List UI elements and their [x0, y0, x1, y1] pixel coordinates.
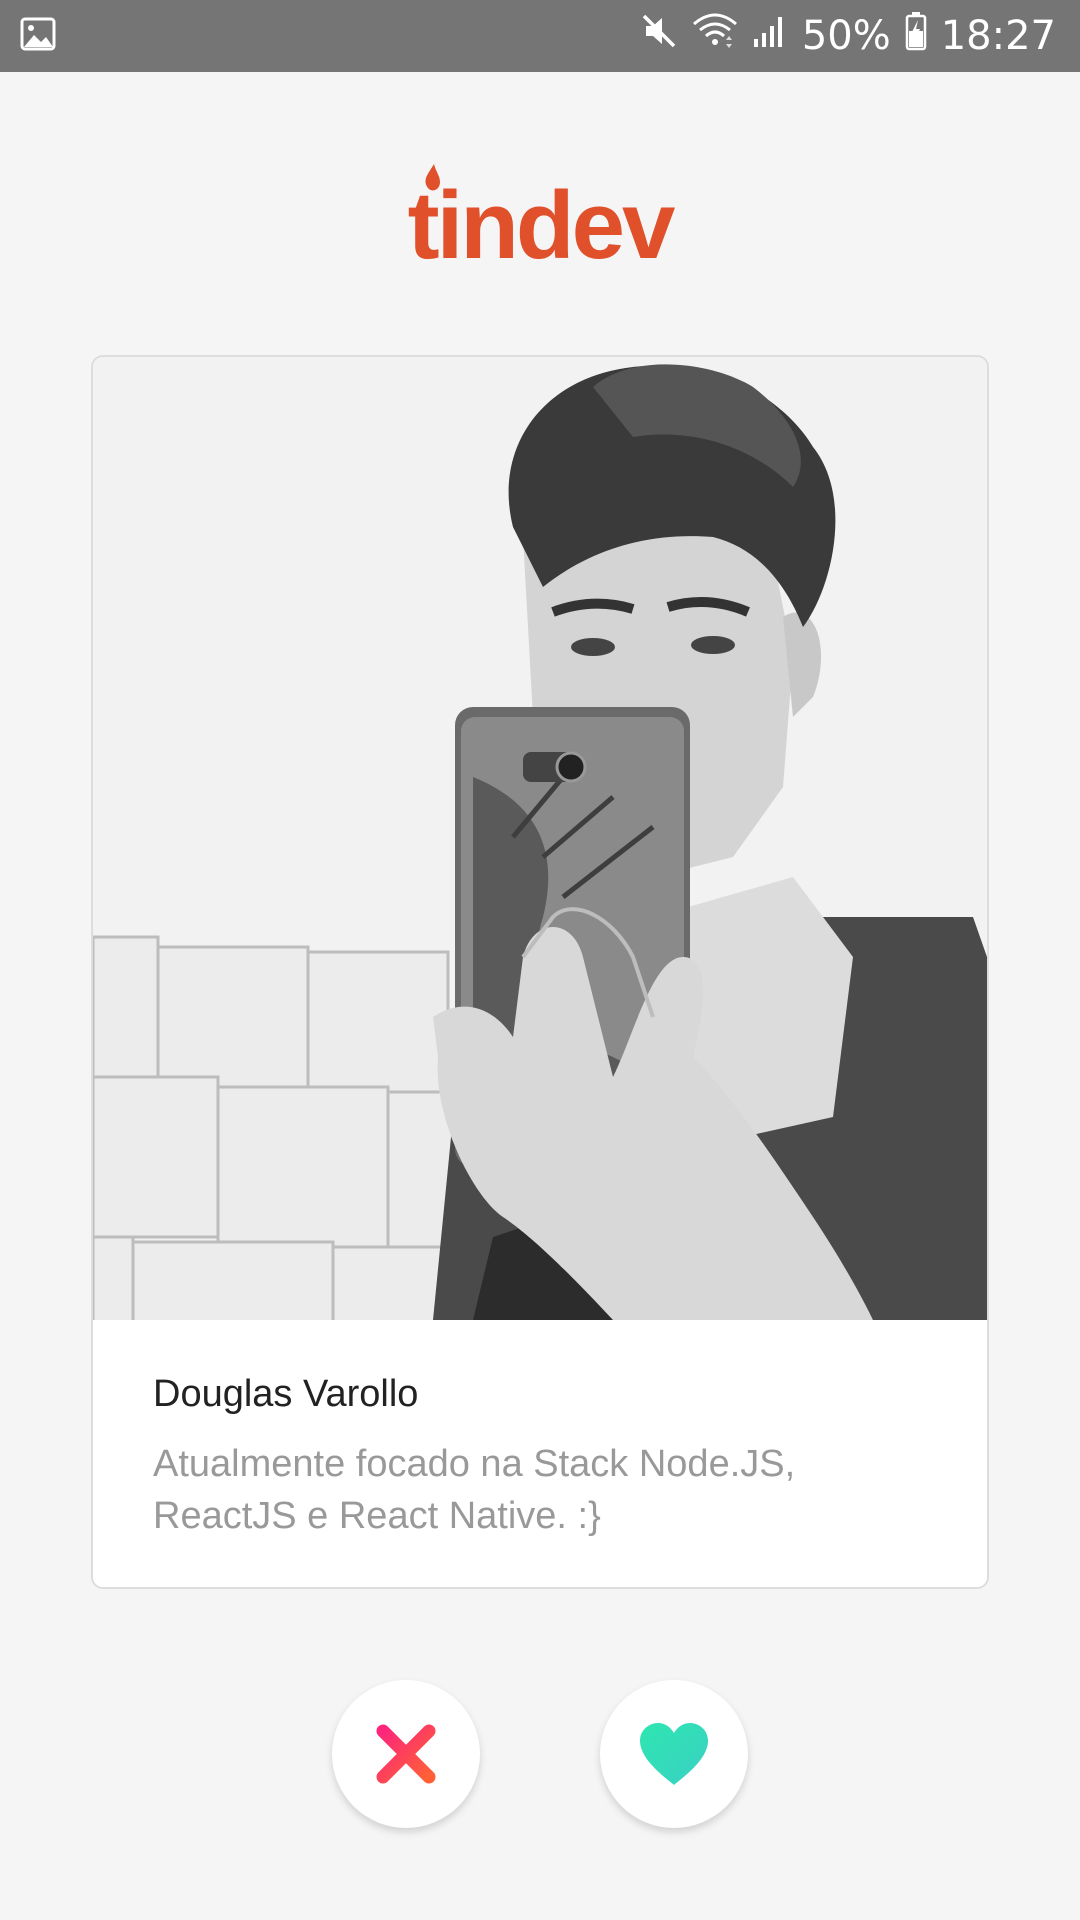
wifi-icon [692, 12, 738, 60]
profile-card[interactable]: Douglas Varollo Atualmente focado na Sta… [91, 355, 989, 1589]
signal-icon [752, 13, 788, 59]
action-buttons [0, 1680, 1080, 1830]
tindev-logo: tindev [408, 164, 678, 270]
dislike-button[interactable] [332, 1680, 480, 1828]
status-bar: 50% 18:27 [0, 0, 1080, 72]
battery-percent: 50% [801, 13, 891, 59]
close-icon [376, 1724, 436, 1784]
like-button[interactable] [600, 1680, 748, 1828]
gallery-notification-icon [20, 17, 56, 56]
profile-info: Douglas Varollo Atualmente focado na Sta… [93, 1320, 987, 1587]
profile-bio: Atualmente focado na Stack Node.JS, Reac… [153, 1443, 796, 1537]
profile-photo [93, 357, 987, 1320]
clock: 18:27 [940, 13, 1056, 59]
app-logo: tindev [0, 160, 1080, 270]
battery-charging-icon [905, 11, 927, 61]
mute-icon [640, 12, 678, 60]
logo-text: tindev [408, 172, 675, 270]
profile-name: Douglas Varollo [153, 1373, 419, 1415]
heart-icon [640, 1723, 708, 1785]
